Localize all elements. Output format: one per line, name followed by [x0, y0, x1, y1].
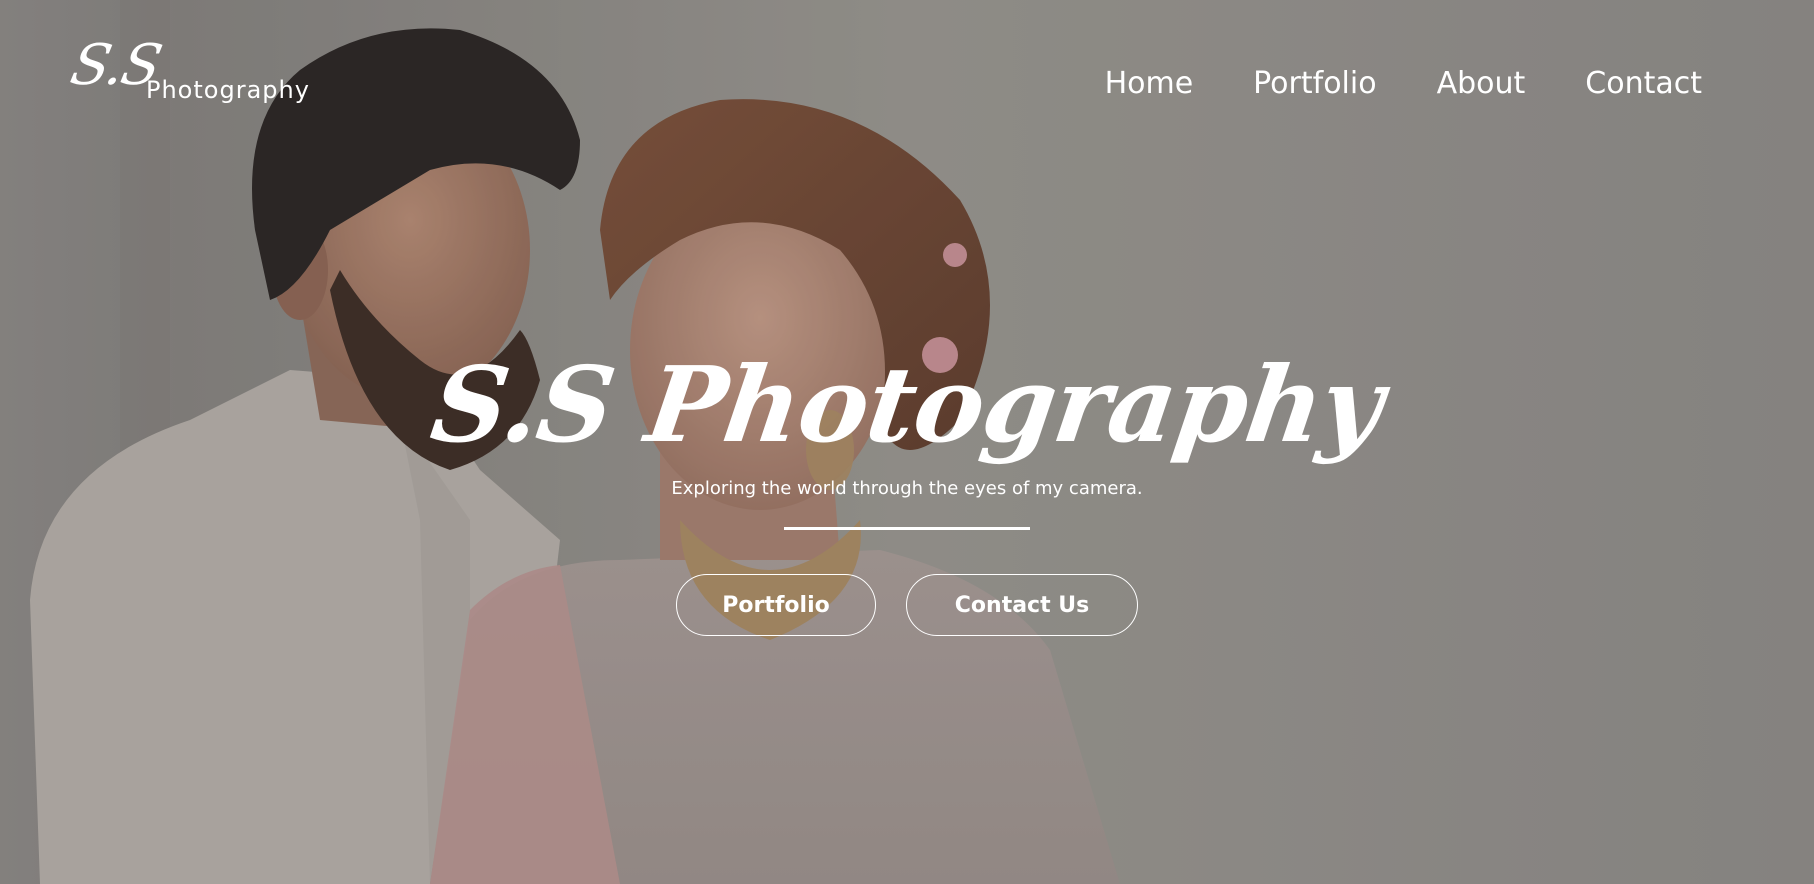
hero-subtitle: Exploring the world through the eyes of … [671, 478, 1143, 499]
contact-us-button[interactable]: Contact Us [906, 574, 1138, 636]
logo-wordmark: Photography [146, 76, 310, 104]
hero-title: S.S Photography [424, 343, 1390, 466]
main-nav: Home Portfolio About Contact [1105, 64, 1702, 104]
hero-section: S.S Photography Home Portfolio About Con… [0, 0, 1814, 884]
portfolio-button[interactable]: Portfolio [676, 574, 876, 636]
hero-actions: Portfolio Contact Us [0, 574, 1814, 636]
site-logo[interactable]: S.S Photography [65, 33, 312, 108]
nav-contact-link[interactable]: Contact [1585, 64, 1702, 104]
nav-about-link[interactable]: About [1437, 64, 1526, 104]
hero-content: S.S Photography Exploring the world thro… [0, 340, 1814, 636]
nav-home-link[interactable]: Home [1105, 64, 1194, 104]
hero-divider [784, 527, 1030, 530]
nav-portfolio-link[interactable]: Portfolio [1253, 64, 1376, 104]
